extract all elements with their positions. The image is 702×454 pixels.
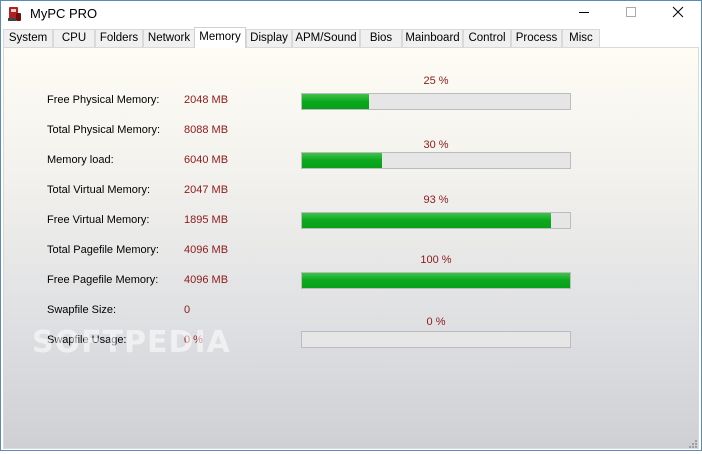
tab-display[interactable]: Display <box>246 29 292 47</box>
app-window: MyPC PRO System CPU Folders Network Memo… <box>0 0 702 451</box>
swapfile-usage-percent: 0 % <box>426 316 446 328</box>
tab-network[interactable]: Network <box>143 29 195 47</box>
free-physical-memory-label: Free Physical Memory: <box>47 94 160 106</box>
tab-bios[interactable]: Bios <box>360 29 402 47</box>
tab-folders[interactable]: Folders <box>95 29 143 47</box>
virtual-memory-percent: 93 % <box>423 194 449 206</box>
free-physical-memory-value: 2048 MB <box>184 94 229 106</box>
memory-load-label: Memory load: <box>47 154 114 166</box>
total-virtual-memory-label: Total Virtual Memory: <box>47 184 151 196</box>
physical-memory-bar-fill <box>302 94 369 109</box>
minimize-button[interactable] <box>561 1 607 27</box>
resize-grip-icon[interactable] <box>686 436 698 448</box>
virtual-memory-bar <box>301 212 571 229</box>
tab-system[interactable]: System <box>3 29 53 47</box>
swapfile-usage-label: Swapfile Usage: <box>47 334 127 346</box>
tab-control[interactable]: Control <box>463 29 511 47</box>
memory-load-bar-fill <box>302 153 383 168</box>
tab-mainboard[interactable]: Mainboard <box>402 29 463 47</box>
memory-load-value: 6040 MB <box>184 154 229 166</box>
window-title: MyPC PRO <box>30 6 98 21</box>
free-pagefile-memory-label: Free Pagefile Memory: <box>47 274 159 286</box>
maximize-button[interactable] <box>608 1 654 27</box>
pagefile-memory-bar <box>301 272 571 289</box>
tab-cpu[interactable]: CPU <box>53 29 95 47</box>
virtual-memory-bar-fill <box>302 213 552 228</box>
maximize-icon <box>625 5 637 23</box>
free-virtual-memory-label: Free Virtual Memory: <box>47 214 150 226</box>
tab-misc[interactable]: Misc <box>562 29 600 47</box>
title-bar[interactable]: MyPC PRO <box>1 1 701 27</box>
tab-bar: System CPU Folders Network Memory Displa… <box>1 27 701 48</box>
tab-apm-sound[interactable]: APM/Sound <box>292 29 360 47</box>
close-icon <box>672 5 684 23</box>
total-virtual-memory-value: 2047 MB <box>184 184 229 196</box>
free-virtual-memory-value: 1895 MB <box>184 214 229 226</box>
swapfile-usage-value: 0 % <box>184 334 203 346</box>
memory-load-bar <box>301 152 571 169</box>
total-pagefile-memory-label: Total Pagefile Memory: <box>47 244 159 256</box>
memory-load-percent: 30 % <box>423 139 449 151</box>
pagefile-memory-bar-fill <box>302 273 570 288</box>
close-button[interactable] <box>655 1 701 27</box>
physical-memory-percent: 25 % <box>423 75 449 87</box>
total-physical-memory-value: 8088 MB <box>184 124 229 136</box>
mypc-app-icon[interactable] <box>7 6 23 22</box>
swapfile-size-label: Swapfile Size: <box>47 304 117 316</box>
pagefile-memory-percent: 100 % <box>420 254 452 266</box>
free-pagefile-memory-value: 4096 MB <box>184 274 229 286</box>
tab-process[interactable]: Process <box>511 29 562 47</box>
swapfile-usage-bar <box>301 331 571 348</box>
minimize-icon <box>578 5 590 23</box>
physical-memory-bar <box>301 93 571 110</box>
swapfile-size-value: 0 <box>184 304 191 316</box>
total-physical-memory-label: Total Physical Memory: <box>47 124 161 136</box>
tab-memory[interactable]: Memory <box>194 27 246 48</box>
memory-panel: Free Physical Memory: 2048 MB Total Phys… <box>3 47 699 449</box>
total-pagefile-memory-value: 4096 MB <box>184 244 229 256</box>
